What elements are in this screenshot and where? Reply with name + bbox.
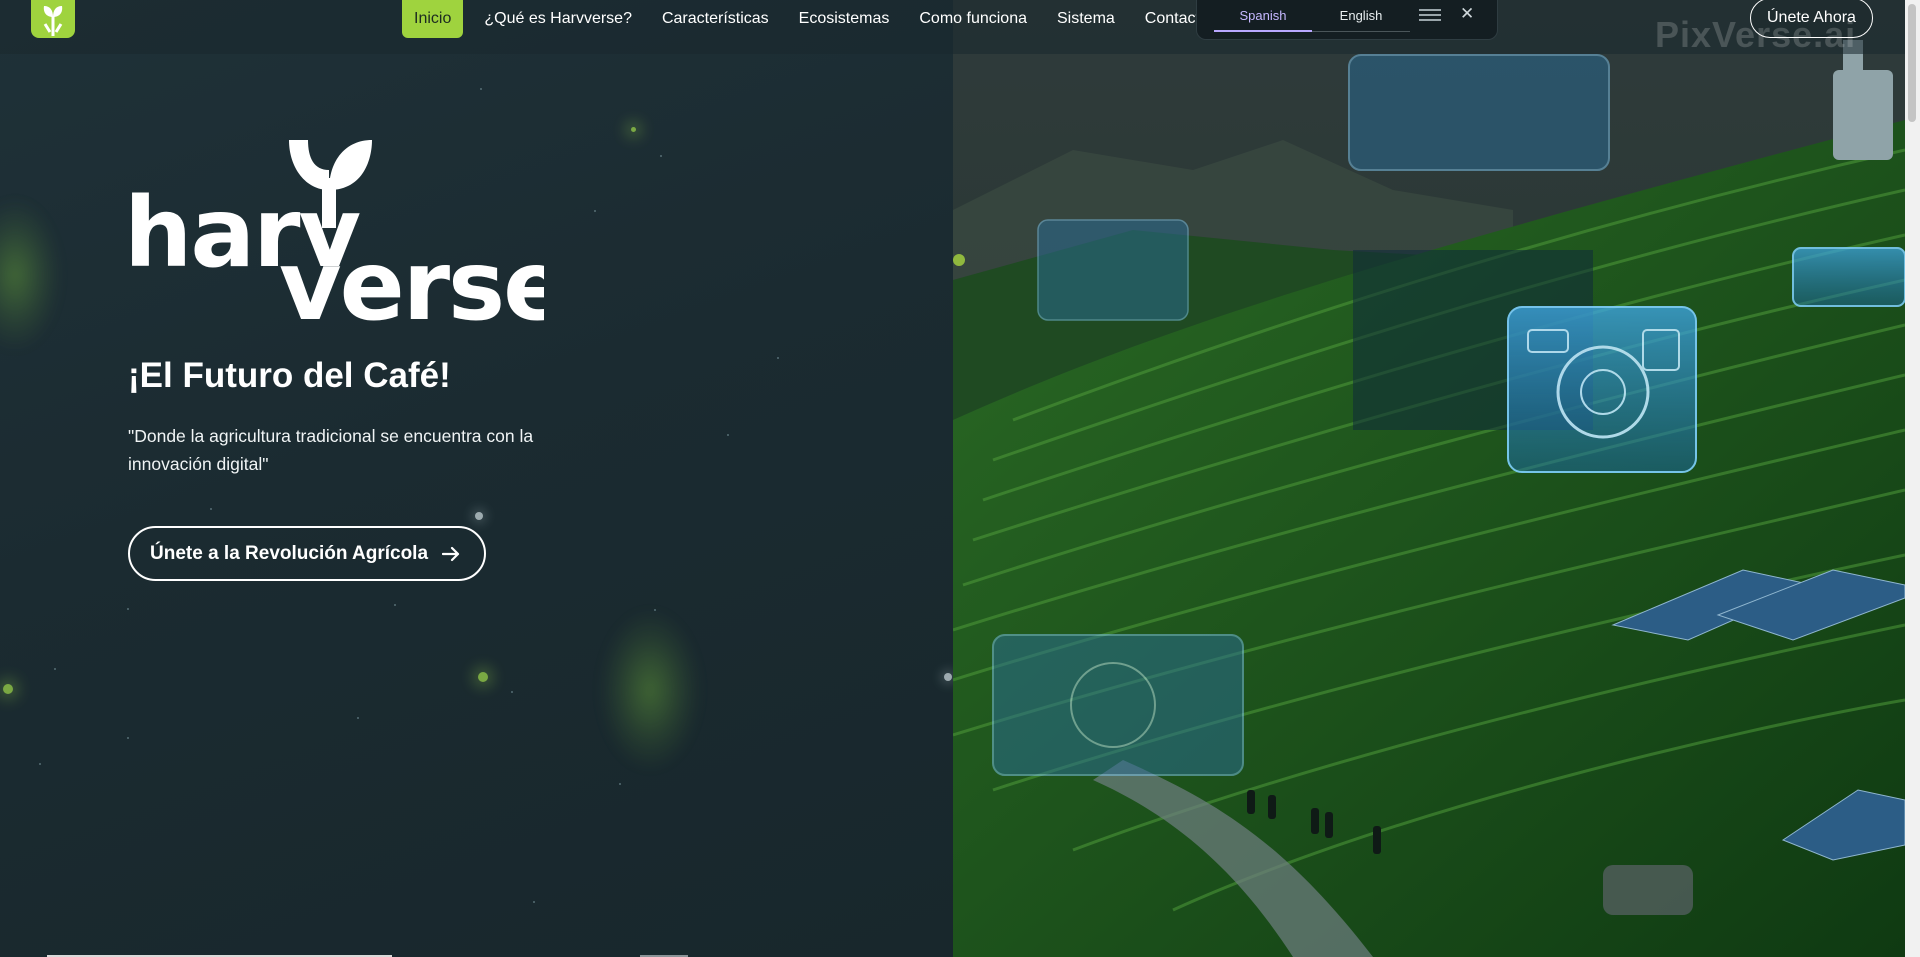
star	[39, 763, 41, 765]
glow-dot	[944, 673, 952, 681]
close-icon[interactable]: ✕	[1460, 4, 1474, 24]
sprout-icon	[43, 6, 63, 36]
star	[511, 691, 513, 693]
join-revolution-label: Únete a la Revolución Agrícola	[150, 542, 429, 564]
hero-image	[953, 0, 1905, 957]
main-nav: Inicio ¿Qué es Harvverse? Característica…	[402, 0, 1224, 38]
nav-item-sistema[interactable]: Sistema	[1042, 0, 1130, 38]
star	[533, 901, 535, 903]
hero-quote: "Donde la agricultura tradicional se enc…	[128, 426, 534, 474]
star	[394, 604, 396, 606]
nav-item-caracteristicas[interactable]: Características	[647, 0, 784, 38]
glow-dot	[475, 512, 483, 520]
language-option-spanish[interactable]: Spanish	[1214, 0, 1312, 32]
hero-title: ¡El Futuro del Café!	[128, 356, 451, 395]
nav-item-que-es-harvverse[interactable]: ¿Qué es Harvverse?	[469, 0, 647, 38]
nav-item-como-funciona[interactable]: Como funciona	[904, 0, 1042, 38]
star	[127, 608, 129, 610]
star	[127, 737, 129, 739]
logo-word-verse: verse	[279, 230, 544, 323]
language-option-english[interactable]: English	[1312, 0, 1410, 32]
page: Inicio ¿Qué es Harvverse? Característica…	[0, 0, 1920, 957]
glow-dot	[631, 127, 636, 132]
glow-dot	[478, 672, 488, 682]
arrow-right-icon	[442, 546, 460, 561]
star	[594, 210, 596, 212]
nav-item-ecosistemas[interactable]: Ecosistemas	[784, 0, 905, 38]
star	[357, 717, 359, 719]
glow-dot	[3, 684, 13, 694]
star	[54, 668, 56, 670]
brand-badge[interactable]	[31, 0, 75, 38]
star	[654, 609, 656, 611]
language-switcher: Spanish English ✕	[1196, 0, 1498, 40]
hamburger-icon[interactable]	[1419, 6, 1441, 26]
star	[727, 434, 729, 436]
coffee-farm-illustration	[953, 0, 1905, 957]
top-navigation: Inicio ¿Qué es Harvverse? Característica…	[0, 0, 1905, 54]
star	[210, 508, 212, 510]
star	[480, 88, 482, 90]
glow-blob	[0, 200, 60, 350]
star	[777, 357, 779, 359]
image-watermark: PixVerse.ai	[1655, 14, 1857, 55]
glow-blob	[600, 610, 700, 770]
star	[619, 783, 621, 785]
star	[660, 155, 662, 157]
scrollbar-thumb[interactable]	[1908, 4, 1916, 122]
page-scrollbar[interactable]	[1905, 0, 1920, 957]
harvverse-logo: harv verse	[124, 140, 544, 323]
join-revolution-button[interactable]: Únete a la Revolución Agrícola	[128, 526, 487, 581]
nav-item-inicio[interactable]: Inicio	[402, 0, 464, 38]
